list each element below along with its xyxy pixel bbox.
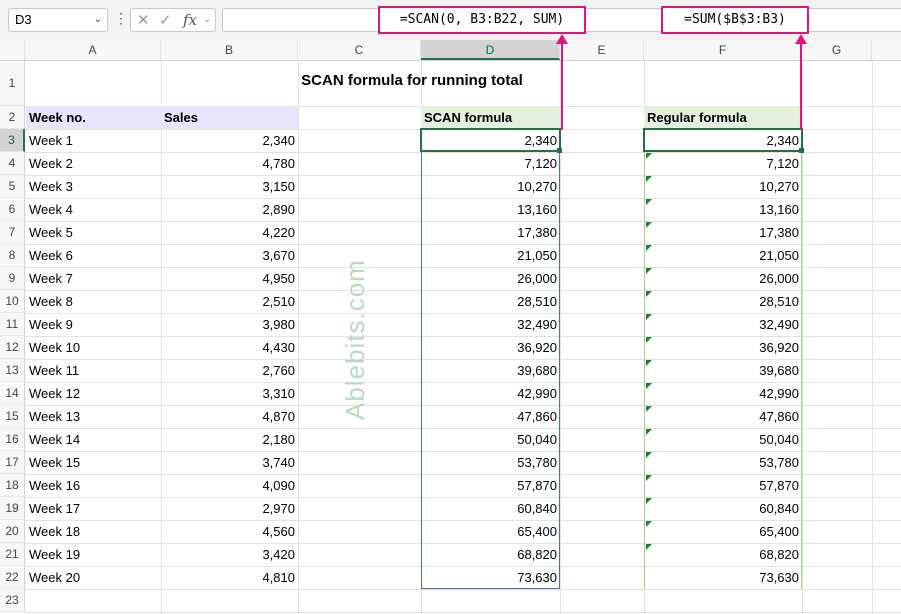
row-header-14[interactable]: 14 [0,382,25,405]
row-header-7[interactable]: 7 [0,221,25,244]
formula-tools: ✕ ✓ fx ⌄ [130,8,216,32]
cell-f3-outline [643,128,803,152]
row-header-8[interactable]: 8 [0,244,25,267]
week-cell[interactable]: Week 12 [26,382,161,405]
week-cell[interactable]: Week 2 [26,152,161,175]
row-header-17[interactable]: 17 [0,451,25,474]
header-sales-cell[interactable]: Sales [161,106,298,129]
fill-handle-f [799,148,804,153]
row-header-5[interactable]: 5 [0,175,25,198]
row-header-2[interactable]: 2 [0,106,25,129]
sales-cell[interactable]: 4,810 [161,566,298,589]
week-cell[interactable]: Week 8 [26,290,161,313]
sales-cell[interactable]: 4,950 [161,267,298,290]
row-header-15[interactable]: 15 [0,405,25,428]
scan-arrow-line [561,42,563,130]
sales-cell[interactable]: 4,780 [161,152,298,175]
header-regular-cell[interactable]: Regular formula [644,106,802,129]
row-header-13[interactable]: 13 [0,359,25,382]
week-cell[interactable]: Week 7 [26,267,161,290]
row-header-21[interactable]: 21 [0,543,25,566]
select-all-corner[interactable] [0,40,25,60]
column-header-a[interactable]: A [25,40,161,60]
cancel-icon[interactable]: ✕ [137,11,150,29]
row-header-10[interactable]: 10 [0,290,25,313]
row-header-6[interactable]: 6 [0,198,25,221]
row-header-4[interactable]: 4 [0,152,25,175]
column-header-c[interactable]: C [298,40,421,60]
fx-icon[interactable]: fx [183,11,197,29]
week-cell[interactable]: Week 20 [26,566,161,589]
spill-range-border [421,129,560,589]
more-options-icon[interactable]: ⋮ [114,10,128,30]
row-header-18[interactable]: 18 [0,474,25,497]
sales-cell[interactable]: 2,970 [161,497,298,520]
week-cell[interactable]: Week 9 [26,313,161,336]
column-header-b[interactable]: B [161,40,298,60]
week-cell[interactable]: Week 15 [26,451,161,474]
chevron-down-icon[interactable]: ⌄ [203,14,211,25]
column-header-f[interactable]: F [644,40,802,60]
row-header-22[interactable]: 22 [0,566,25,589]
sales-cell[interactable]: 4,560 [161,520,298,543]
week-cell[interactable]: Week 11 [26,359,161,382]
scan-formula-callout: =SCAN(0, B3:B22, SUM) [378,6,586,34]
sales-cell[interactable]: 4,220 [161,221,298,244]
sales-cell[interactable]: 2,180 [161,428,298,451]
week-cell[interactable]: Week 13 [26,405,161,428]
header-scan-cell[interactable]: SCAN formula [421,106,560,129]
name-box-value: D3 [15,12,32,27]
column-header-d[interactable]: D [421,40,560,60]
sales-cell[interactable]: 2,510 [161,290,298,313]
row-header-12[interactable]: 12 [0,336,25,359]
scan-arrow-icon [556,34,568,44]
week-cell[interactable]: Week 14 [26,428,161,451]
sales-cell[interactable]: 3,670 [161,244,298,267]
row-header-19[interactable]: 19 [0,497,25,520]
sales-cell[interactable]: 2,890 [161,198,298,221]
sales-cell[interactable]: 3,150 [161,175,298,198]
row-header-9[interactable]: 9 [0,267,25,290]
watermark: Ablebits.com [340,259,370,420]
row-header-11[interactable]: 11 [0,313,25,336]
row-header-3[interactable]: 3 [0,129,25,152]
regular-arrow-icon [795,34,807,44]
sales-cell[interactable]: 2,340 [161,129,298,152]
row-header-16[interactable]: 16 [0,428,25,451]
sales-cell[interactable]: 3,310 [161,382,298,405]
column-header-g[interactable]: G [802,40,872,60]
sales-cell[interactable]: 4,430 [161,336,298,359]
sheet-title: SCAN formula for running total [301,72,523,89]
header-week-cell[interactable]: Week no. [26,106,161,129]
week-cell[interactable]: Week 4 [26,198,161,221]
sales-cell[interactable]: 4,870 [161,405,298,428]
regular-arrow-line [800,42,802,130]
week-cell[interactable]: Week 10 [26,336,161,359]
sales-cell[interactable]: 4,090 [161,474,298,497]
sales-cell[interactable]: 3,980 [161,313,298,336]
week-cell[interactable]: Week 17 [26,497,161,520]
week-cell[interactable]: Week 1 [26,129,161,152]
active-cell-d3[interactable] [420,128,561,152]
regular-range-border [644,129,802,589]
week-cell[interactable]: Week 5 [26,221,161,244]
name-box[interactable]: D3 ⌄ [8,8,108,32]
week-cell[interactable]: Week 16 [26,474,161,497]
fill-handle[interactable] [557,148,562,153]
week-cell[interactable]: Week 6 [26,244,161,267]
regular-formula-callout: =SUM($B$3:B3) [661,6,809,34]
sales-cell[interactable]: 3,420 [161,543,298,566]
week-cell[interactable]: Week 3 [26,175,161,198]
week-cell[interactable]: Week 18 [26,520,161,543]
column-headers: A B C D E F G [0,40,901,61]
row-header-20[interactable]: 20 [0,520,25,543]
week-cell[interactable]: Week 19 [26,543,161,566]
enter-icon[interactable]: ✓ [159,11,172,29]
sales-cell[interactable]: 2,760 [161,359,298,382]
sales-cell[interactable]: 3,740 [161,451,298,474]
row-header-1[interactable]: 1 [0,61,25,106]
chevron-down-icon[interactable]: ⌄ [94,9,102,31]
column-header-e[interactable]: E [560,40,644,60]
row-header-23[interactable]: 23 [0,589,25,612]
